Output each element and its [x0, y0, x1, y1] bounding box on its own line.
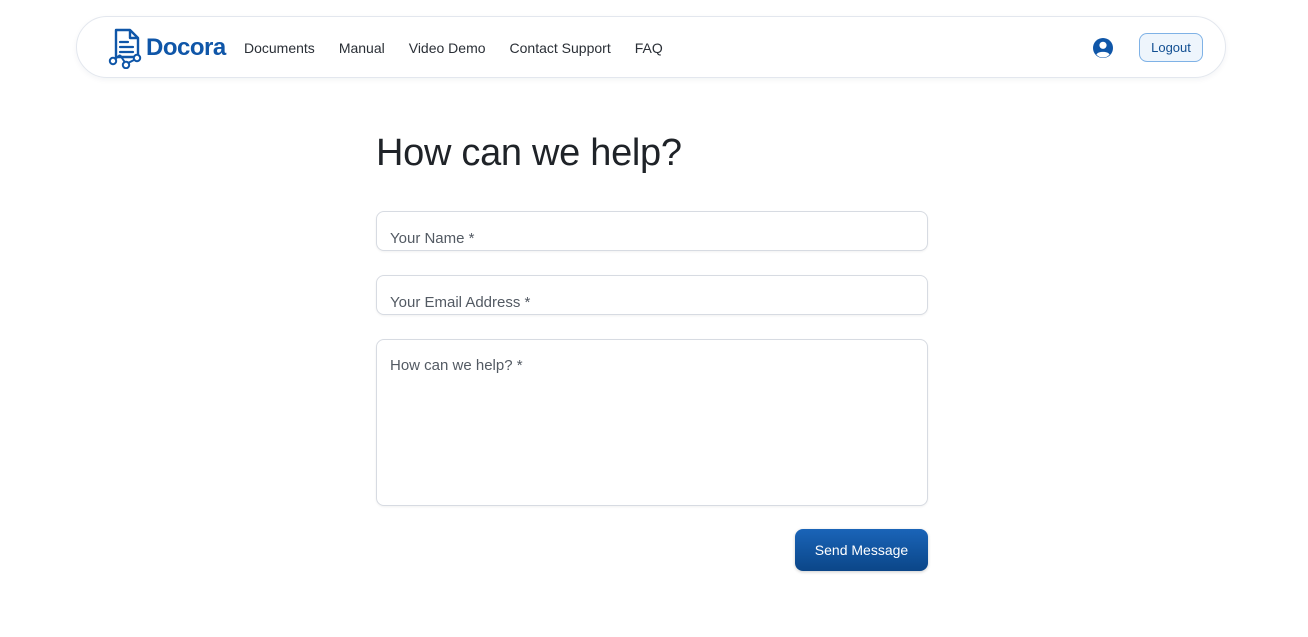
email-field[interactable] [376, 275, 928, 315]
page-title: How can we help? [376, 132, 682, 174]
main-nav: Documents Manual Video Demo Contact Supp… [244, 17, 687, 79]
message-field[interactable] [376, 339, 928, 506]
user-circle-icon[interactable] [1092, 37, 1114, 59]
nav-link-contact-support[interactable]: Contact Support [510, 40, 611, 56]
nav-link-manual[interactable]: Manual [339, 40, 385, 56]
brand-name: Docora [146, 34, 226, 61]
nav-link-documents[interactable]: Documents [244, 40, 315, 56]
brand-logo-link[interactable]: Docora [108, 28, 226, 69]
name-field[interactable] [376, 211, 928, 251]
nav-link-video-demo[interactable]: Video Demo [409, 40, 486, 56]
logout-button[interactable]: Logout [1139, 33, 1203, 62]
nav-link-faq[interactable]: FAQ [635, 40, 663, 56]
top-navbar: Docora Documents Manual Video Demo Conta… [76, 16, 1226, 78]
document-network-logo-icon [108, 28, 142, 69]
send-message-button[interactable]: Send Message [795, 529, 928, 571]
